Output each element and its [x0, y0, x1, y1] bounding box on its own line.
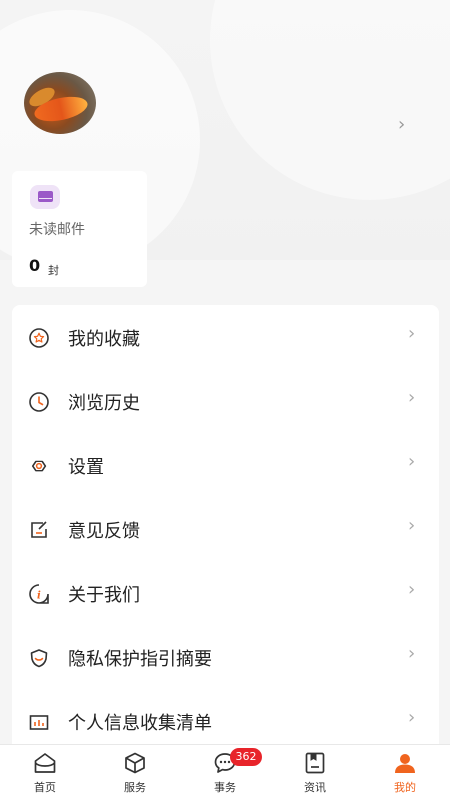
tab-home[interactable]: 首页	[0, 745, 90, 800]
star-badge-icon	[29, 328, 49, 348]
envelope-icon	[30, 185, 60, 209]
home-icon	[34, 753, 56, 773]
profile-chevron-right-icon[interactable]: ›	[398, 114, 405, 135]
avatar[interactable]	[24, 72, 96, 134]
tab-news[interactable]: 资讯	[270, 745, 360, 800]
tab-services[interactable]: 服务	[90, 745, 180, 800]
clock-icon	[29, 392, 49, 412]
gear-hex-icon	[31, 460, 47, 472]
menu-item-privacy-summary[interactable]: 隐私保护指引摘要 ›	[12, 625, 439, 689]
news-icon	[305, 752, 325, 774]
chevron-right-icon: ›	[408, 579, 416, 600]
menu-item-label: 隐私保护指引摘要	[68, 649, 212, 670]
menu-item-feedback[interactable]: 意见反馈 ›	[12, 497, 439, 561]
menu-item-label: 我的收藏	[68, 329, 140, 350]
tab-label: 事务	[214, 781, 236, 794]
menu-item-favorites[interactable]: 我的收藏 ›	[12, 305, 439, 369]
settings-menu: 我的收藏 › 浏览历史 › 设置 › 意见反馈 › i 关于我们 › 隐私保护指…	[12, 305, 439, 745]
shield-icon	[30, 649, 48, 668]
menu-item-label: 关于我们	[68, 585, 140, 606]
person-icon	[395, 754, 415, 773]
menu-item-label: 意见反馈	[68, 521, 140, 542]
header-decoration	[210, 0, 450, 200]
svg-text:i: i	[37, 591, 41, 602]
menu-item-personal-info-list[interactable]: 个人信息收集清单 ›	[12, 689, 439, 745]
tab-label: 我的	[394, 781, 416, 794]
info-icon: i	[29, 584, 49, 604]
chevron-right-icon: ›	[408, 515, 416, 536]
chevron-right-icon: ›	[408, 387, 416, 408]
menu-item-settings[interactable]: 设置 ›	[12, 433, 439, 497]
tab-mine[interactable]: 我的	[360, 745, 450, 800]
menu-item-history[interactable]: 浏览历史 ›	[12, 369, 439, 433]
tab-label: 服务	[124, 781, 146, 794]
unread-mail-count: 0	[29, 256, 41, 275]
menu-item-label: 浏览历史	[68, 393, 140, 414]
tab-label: 首页	[34, 781, 56, 794]
chevron-right-icon: ›	[408, 707, 416, 728]
tab-label: 资讯	[304, 781, 326, 794]
chevron-right-icon: ›	[408, 323, 416, 344]
unread-count-badge: 362	[230, 748, 262, 766]
cube-icon	[125, 752, 145, 774]
chevron-right-icon: ›	[408, 451, 416, 472]
menu-item-about[interactable]: i 关于我们 ›	[12, 561, 439, 625]
unread-mail-label: 未读邮件	[29, 222, 85, 238]
menu-item-label: 个人信息收集清单	[68, 713, 212, 734]
bottom-tab-bar: 首页 服务 362 事务 资讯 我的	[0, 744, 450, 800]
feedback-icon	[31, 521, 47, 538]
chevron-right-icon: ›	[408, 643, 416, 664]
unread-mail-unit: 封	[48, 264, 59, 277]
tab-affairs[interactable]: 362 事务	[180, 745, 270, 800]
chart-list-icon	[29, 715, 49, 730]
menu-item-label: 设置	[68, 457, 104, 478]
unread-mail-card[interactable]: 未读邮件 0 封	[12, 171, 147, 287]
